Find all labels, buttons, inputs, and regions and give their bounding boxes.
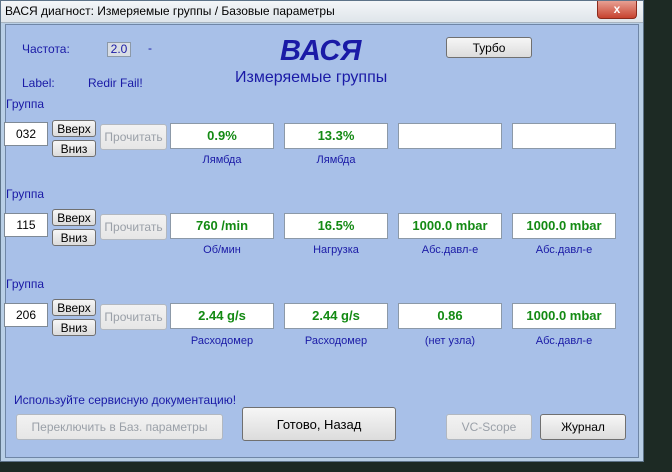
group-down-button[interactable]: Вниз [52,229,96,246]
group-caption: Группа [6,277,45,291]
value-label: (нет узла) [424,335,476,347]
group-down-button[interactable]: Вниз [52,140,96,157]
label-value: Redir Fail! [88,76,143,90]
title-bar[interactable]: ВАСЯ диагност: Измеряемые группы / Базов… [1,1,643,23]
freq-label: Частота: [22,42,70,56]
switch-basic-params-button[interactable]: Переключить в Баз. параметры [16,414,223,440]
group-up-button[interactable]: Вверх [52,120,96,137]
group-read-button[interactable]: Прочитать [100,304,167,330]
group-down-button[interactable]: Вниз [52,319,96,336]
value-field: 0.86 [398,303,502,329]
service-doc-hint: Используйте сервисную документацию! [14,393,237,407]
label-caption: Label: [22,76,55,90]
group-read-button[interactable]: Прочитать [100,124,167,150]
value-field: 0.9% [170,123,274,149]
value-field: 2.44 g/s [284,303,388,329]
value-field: 2.44 g/s [170,303,274,329]
group-caption: Группа [6,187,45,201]
value-field: 760 /min [170,213,274,239]
turbo-button[interactable]: Турбо [446,37,532,58]
main-panel: Частота: 2.0 - Label: Redir Fail! ВАСЯ И… [4,24,639,458]
value-label: Об/мин [203,244,241,256]
value-label: Абс.давл-е [421,244,479,256]
window-title: ВАСЯ диагност: Измеряемые группы / Базов… [5,4,335,18]
page-subtitle: Измеряемые группы [235,69,388,86]
value-label: Лямбда [316,154,356,166]
value-label: Абс.давл-е [535,244,593,256]
value-label: Лямбда [202,154,242,166]
group-read-button[interactable]: Прочитать [100,214,167,240]
group-number-input[interactable]: 115 [4,213,48,237]
value-label: Нагрузка [313,244,359,256]
group-caption: Группа [6,97,45,111]
group-number-input[interactable]: 032 [4,122,48,146]
freq-dash: - [148,41,152,55]
done-back-button[interactable]: Готово, Назад [242,407,396,441]
value-label: Абс.давл-е [535,335,593,347]
journal-button[interactable]: Журнал [540,414,626,440]
group-up-button[interactable]: Вверх [52,209,96,226]
value-field [398,123,502,149]
value-field: 1000.0 mbar [512,303,616,329]
value-field [512,123,616,149]
value-label: Расходомер [304,335,368,347]
value-field: 1000.0 mbar [398,213,502,239]
group-number-input[interactable]: 206 [4,303,48,327]
brand-title: ВАСЯ [280,35,362,67]
value-field: 16.5% [284,213,388,239]
group-up-button[interactable]: Вверх [52,299,96,316]
value-field: 13.3% [284,123,388,149]
value-label: Расходомер [190,335,254,347]
close-button[interactable]: x [597,1,637,19]
app-window: ВАСЯ диагност: Измеряемые группы / Базов… [0,0,644,462]
freq-value: 2.0 [107,42,131,57]
vcscope-button[interactable]: VC-Scope [446,414,532,440]
value-field: 1000.0 mbar [512,213,616,239]
